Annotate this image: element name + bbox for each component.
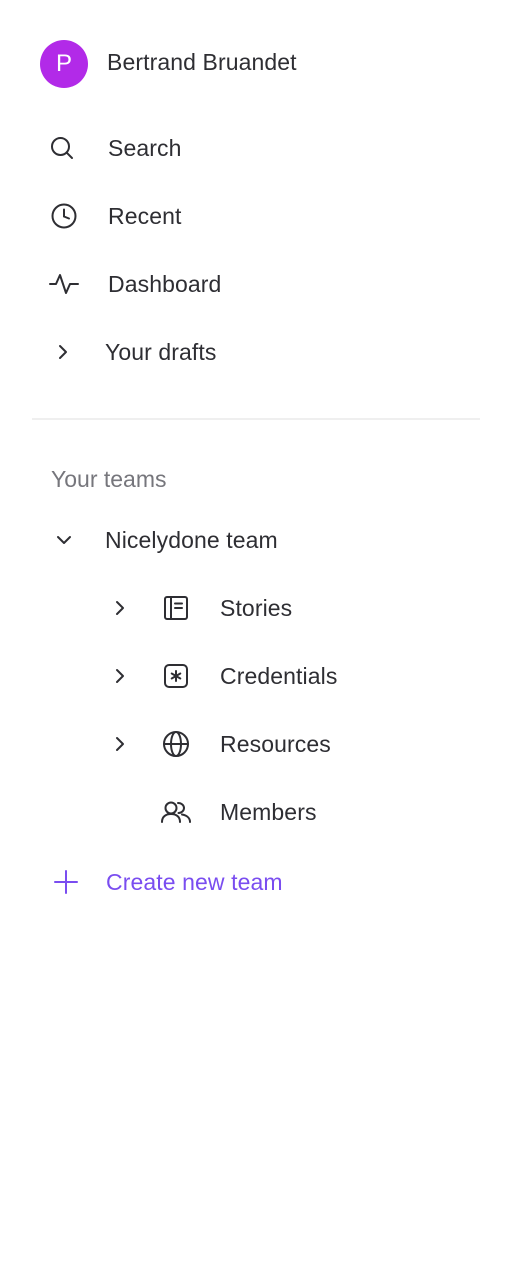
create-team-label: Create new team	[106, 868, 283, 895]
nav-item-label: Dashboard	[108, 270, 222, 297]
plus-icon	[53, 869, 79, 895]
section-title-teams: Your teams	[51, 466, 167, 492]
team-item-credentials[interactable]: Credentials	[0, 652, 508, 700]
team-item-stories[interactable]: Stories	[0, 584, 508, 632]
chevron-right-icon[interactable]	[112, 666, 128, 686]
team-item-label: Credentials	[220, 662, 338, 689]
team-item-resources[interactable]: Resources	[0, 720, 508, 768]
team-name: Nicelydone team	[105, 526, 278, 553]
nav-item-dashboard[interactable]: Dashboard	[0, 260, 508, 308]
nav-item-label: Your drafts	[105, 338, 217, 365]
chevron-down-icon[interactable]	[54, 532, 74, 548]
team-item-label: Members	[220, 798, 317, 825]
activity-icon	[49, 270, 79, 298]
globe-icon	[161, 729, 191, 759]
divider	[32, 418, 480, 420]
team-item-label: Stories	[220, 594, 293, 621]
nav-item-recent[interactable]: Recent	[0, 192, 508, 240]
nav-item-label: Search	[108, 134, 182, 161]
chevron-right-icon[interactable]	[112, 598, 128, 618]
clock-icon	[50, 202, 78, 230]
asterisk-square-icon	[162, 662, 190, 690]
team-row[interactable]: Nicelydone team	[0, 516, 508, 564]
profile-name[interactable]: Bertrand Bruandet	[107, 49, 297, 76]
chevron-right-icon[interactable]	[55, 342, 71, 362]
team-item-members[interactable]: Members	[0, 788, 508, 836]
nav-item-drafts[interactable]: Your drafts	[0, 328, 508, 376]
chevron-right-icon[interactable]	[112, 734, 128, 754]
users-icon	[160, 798, 192, 826]
team-item-label: Resources	[220, 730, 331, 757]
document-icon	[162, 594, 190, 622]
nav-item-label: Recent	[108, 202, 182, 229]
nav-item-search[interactable]: Search	[0, 124, 508, 172]
create-team-button[interactable]: Create new team	[0, 858, 508, 906]
avatar[interactable]: P	[40, 40, 88, 88]
search-icon	[48, 134, 76, 162]
